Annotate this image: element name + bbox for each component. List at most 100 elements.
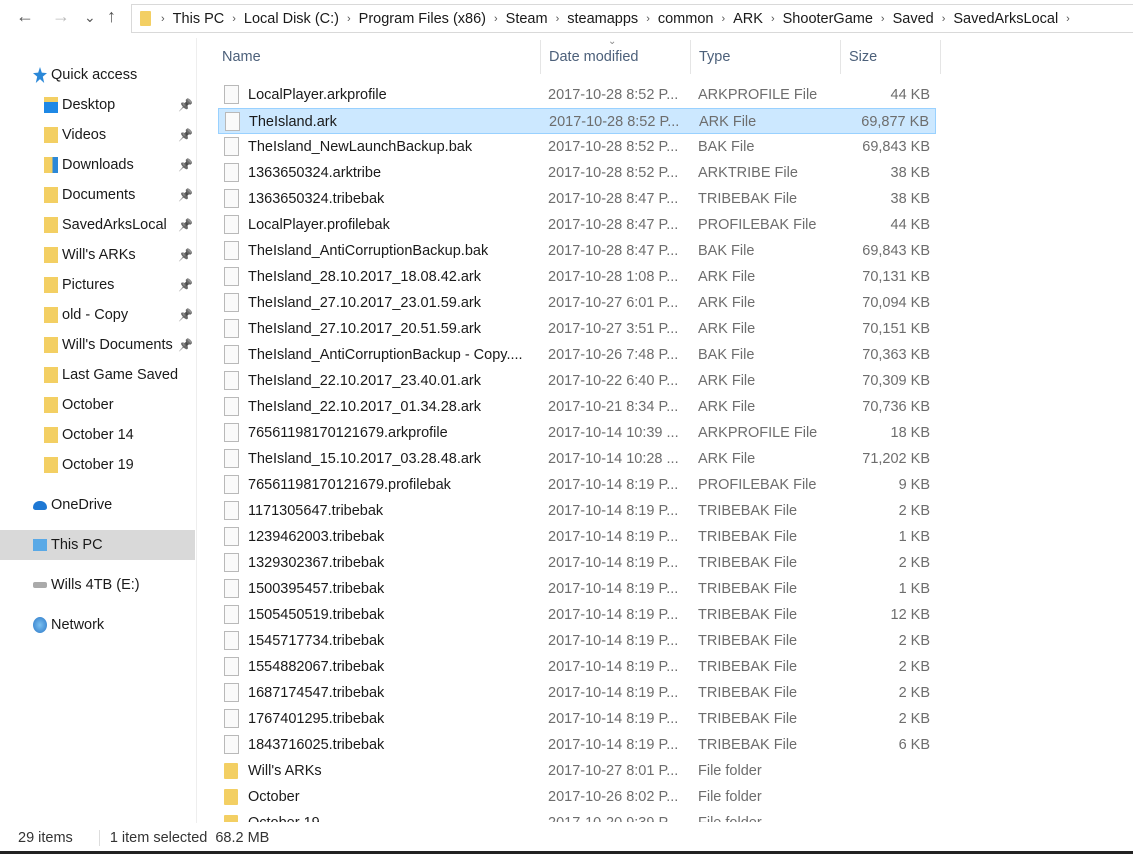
sidebar-item-last-game-saved[interactable]: Last Game Saved	[0, 360, 195, 390]
sidebar-item-pictures[interactable]: Pictures 📌	[0, 270, 195, 300]
file-icon	[224, 137, 239, 156]
sidebar-item-will-s-arks[interactable]: Will's ARKs 📌	[0, 240, 195, 270]
back-button[interactable]: ←	[16, 6, 34, 27]
sidebar-item-label: Will's ARKs	[62, 247, 136, 263]
file-row[interactable]: 76561198170121679.arkprofile 2017-10-14 1…	[218, 420, 936, 446]
file-row[interactable]: 1687174547.tribebak 2017-10-14 8:19 P... T…	[218, 680, 936, 706]
file-row[interactable]: TheIsland_AntiCorruptionBackup - Copy...…	[218, 342, 936, 368]
pin-icon[interactable]: 📌	[178, 98, 193, 112]
file-row[interactable]: 1843716025.tribebak 2017-10-14 8:19 P... T…	[218, 732, 936, 758]
pin-icon[interactable]: 📌	[178, 278, 193, 292]
sidebar-item-quick-access[interactable]: Quick access	[0, 60, 195, 90]
sidebar-item-desktop[interactable]: Desktop 📌	[0, 90, 195, 120]
file-type: ARK File	[698, 399, 756, 415]
breadcrumb-item[interactable]: SavedArksLocal	[953, 11, 1058, 27]
sidebar-item-onedrive[interactable]: OneDrive	[0, 490, 195, 520]
file-type: TRIBEBAK File	[698, 555, 798, 571]
file-row[interactable]: 1767401295.tribebak 2017-10-14 8:19 P... T…	[218, 706, 936, 732]
file-row[interactable]: 76561198170121679.profilebak 2017-10-14 8…	[218, 472, 936, 498]
file-row[interactable]: 1505450519.tribebak 2017-10-14 8:19 P... T…	[218, 602, 936, 628]
folder-row[interactable]: Will's ARKs 2017-10-27 8:01 P... File fold…	[218, 758, 936, 784]
file-row[interactable]: TheIsland_AntiCorruptionBackup.bak 2017-1…	[218, 238, 936, 264]
sidebar-item-october[interactable]: October	[0, 390, 195, 420]
breadcrumb-item[interactable]: Steam	[506, 11, 548, 27]
file-row[interactable]: 1239462003.tribebak 2017-10-14 8:19 P... T…	[218, 524, 936, 550]
sort-indicator-icon: ⌄	[608, 36, 617, 47]
sidebar-item-savedarkslocal[interactable]: SavedArksLocal 📌	[0, 210, 195, 240]
file-row[interactable]: LocalPlayer.profilebak 2017-10-28 8:47 P.…	[218, 212, 936, 238]
date-modified: 2017-10-27 8:01 P...	[548, 763, 679, 779]
file-row[interactable]: 1554882067.tribebak 2017-10-14 8:19 P... T…	[218, 654, 936, 680]
breadcrumb-item[interactable]: This PC	[173, 11, 225, 27]
sidebar-item-october-19[interactable]: October 19	[0, 450, 195, 480]
recent-locations-button[interactable]: ⌄	[84, 9, 96, 26]
sidebar-item-network[interactable]: Network	[0, 610, 195, 640]
column-header-name[interactable]: Name	[214, 40, 541, 74]
pin-icon[interactable]: 📌	[178, 128, 193, 142]
sidebar-item-this-pc[interactable]: This PC	[0, 530, 195, 560]
folder-row[interactable]: October 2017-10-26 8:02 P... File folder	[218, 784, 936, 810]
folder-icon	[44, 247, 58, 263]
breadcrumb-separator-icon[interactable]: ›	[556, 13, 560, 25]
file-row[interactable]: TheIsland.ark 2017-10-28 8:52 P... ARK Fil…	[218, 108, 936, 134]
pin-icon[interactable]: 📌	[178, 338, 193, 352]
pin-icon[interactable]: 📌	[178, 308, 193, 322]
file-row[interactable]: 1363650324.tribebak 2017-10-28 8:47 P... T…	[218, 186, 936, 212]
sidebar-item-will-s-documents[interactable]: Will's Documents 📌	[0, 330, 195, 360]
breadcrumb-item[interactable]: common	[658, 11, 714, 27]
sidebar-item-downloads[interactable]: Downloads 📌	[0, 150, 195, 180]
date-modified: 2017-10-14 8:19 P...	[548, 477, 679, 493]
breadcrumb-separator-icon[interactable]: ›	[494, 13, 498, 25]
file-row[interactable]: TheIsland_22.10.2017_01.34.28.ark 2017-10…	[218, 394, 936, 420]
breadcrumb-separator-icon[interactable]: ›	[161, 13, 165, 25]
breadcrumb-separator-icon[interactable]: ›	[942, 13, 946, 25]
sidebar-item-wills-4tb-e-[interactable]: Wills 4TB (E:)	[0, 570, 195, 600]
breadcrumb-separator-icon[interactable]: ›	[771, 13, 775, 25]
file-row[interactable]: TheIsland_28.10.2017_18.08.42.ark 2017-10…	[218, 264, 936, 290]
breadcrumb-item[interactable]: Saved	[893, 11, 934, 27]
pin-icon[interactable]: 📌	[178, 248, 193, 262]
file-size: 70,151 KB	[862, 321, 930, 337]
breadcrumb-item[interactable]: Local Disk (C:)	[244, 11, 339, 27]
breadcrumb-separator-icon[interactable]: ›	[1066, 13, 1070, 25]
file-row[interactable]: 1329302367.tribebak 2017-10-14 8:19 P... T…	[218, 550, 936, 576]
folder-row[interactable]: October 19 2017-10-20 9:39 P... File folde…	[218, 810, 936, 822]
file-row[interactable]: TheIsland_22.10.2017_23.40.01.ark 2017-10…	[218, 368, 936, 394]
file-row[interactable]: 1171305647.tribebak 2017-10-14 8:19 P... T…	[218, 498, 936, 524]
pin-icon[interactable]: 📌	[178, 158, 193, 172]
breadcrumb-separator-icon[interactable]: ›	[646, 13, 650, 25]
sidebar-item-october-14[interactable]: October 14	[0, 420, 195, 450]
address-bar[interactable]: › This PC › Local Disk (C:) › Program Files (…	[131, 4, 1133, 33]
breadcrumb-item[interactable]: steamapps	[567, 11, 638, 27]
breadcrumb-item[interactable]: Program Files (x86)	[359, 11, 486, 27]
file-name: 1500395457.tribebak	[248, 581, 385, 597]
breadcrumb-separator-icon[interactable]: ›	[347, 13, 351, 25]
file-row[interactable]: LocalPlayer.arkprofile 2017-10-28 8:52 P.…	[218, 82, 936, 108]
sidebar-item-videos[interactable]: Videos 📌	[0, 120, 195, 150]
sidebar-item-old-copy[interactable]: old - Copy 📌	[0, 300, 195, 330]
pin-icon[interactable]: 📌	[178, 188, 193, 202]
file-name: TheIsland_27.10.2017_23.01.59.ark	[248, 295, 481, 311]
file-row[interactable]: 1545717734.tribebak 2017-10-14 8:19 P... T…	[218, 628, 936, 654]
folder-icon	[44, 367, 58, 383]
desktop-icon	[44, 97, 58, 113]
column-header-size[interactable]: Size	[841, 40, 941, 74]
file-name: TheIsland_27.10.2017_20.51.59.ark	[248, 321, 481, 337]
forward-button[interactable]: →	[52, 6, 70, 27]
file-row[interactable]: TheIsland_27.10.2017_23.01.59.ark 2017-10…	[218, 290, 936, 316]
file-row[interactable]: 1500395457.tribebak 2017-10-14 8:19 P... T…	[218, 576, 936, 602]
sidebar-item-documents[interactable]: Documents 📌	[0, 180, 195, 210]
up-button[interactable]: ↑	[107, 6, 116, 27]
breadcrumb-separator-icon[interactable]: ›	[232, 13, 236, 25]
breadcrumb-item[interactable]: ShooterGame	[783, 11, 873, 27]
pin-icon[interactable]: 📌	[178, 218, 193, 232]
folder-icon	[140, 11, 151, 26]
file-row[interactable]: TheIsland_15.10.2017_03.28.48.ark 2017-10…	[218, 446, 936, 472]
breadcrumb-separator-icon[interactable]: ›	[881, 13, 885, 25]
column-header-type[interactable]: Type	[691, 40, 841, 74]
breadcrumb-separator-icon[interactable]: ›	[721, 13, 725, 25]
file-row[interactable]: 1363650324.arktribe 2017-10-28 8:52 P... A…	[218, 160, 936, 186]
file-row[interactable]: TheIsland_NewLaunchBackup.bak 2017-10-28 …	[218, 134, 936, 160]
breadcrumb-item[interactable]: ARK	[733, 11, 763, 27]
file-row[interactable]: TheIsland_27.10.2017_20.51.59.ark 2017-10…	[218, 316, 936, 342]
